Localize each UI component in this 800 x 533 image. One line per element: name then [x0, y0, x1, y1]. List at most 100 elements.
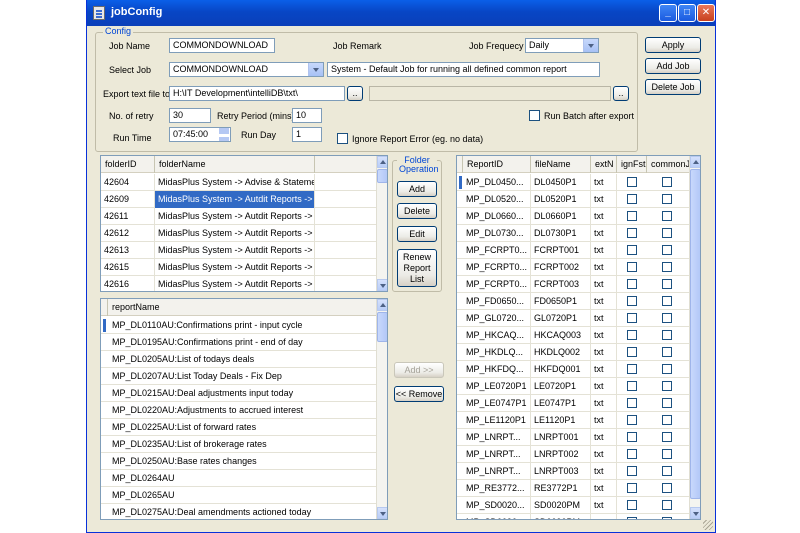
job-name-input[interactable]: COMMONDOWNLOAD [169, 38, 275, 53]
job-report-row[interactable]: MP_LNRPT... LNRPT002 txt [457, 446, 691, 463]
ignfst-checkbox[interactable] [627, 279, 637, 289]
column-header-folderid[interactable]: folderID [101, 156, 155, 173]
chevron-down-icon[interactable] [583, 39, 598, 52]
select-job-dropdown[interactable]: COMMONDOWNLOAD [169, 62, 324, 77]
column-header-foldername[interactable]: folderName [155, 156, 315, 173]
ignfst-checkbox[interactable] [627, 483, 637, 493]
scroll-down-icon[interactable] [377, 279, 387, 291]
report-row[interactable]: MP_DL0225AU:List of forward rates [101, 419, 378, 436]
ignfst-checkbox[interactable] [627, 517, 637, 519]
job-report-row[interactable]: MP_LE0747P1 LE0747P1 txt [457, 395, 691, 412]
remove-report-button[interactable]: << Remove [394, 386, 444, 402]
close-button[interactable]: ✕ [697, 4, 715, 22]
ignfst-checkbox[interactable] [627, 245, 637, 255]
add-report-button[interactable]: Add >> [394, 362, 444, 378]
scroll-up-icon[interactable] [377, 299, 387, 311]
ignfst-checkbox[interactable] [627, 296, 637, 306]
job-report-row[interactable]: MP_FCRPT0... FCRPT002 txt [457, 259, 691, 276]
job-report-row[interactable]: MP_HKDLQ... HKDLQ002 txt [457, 344, 691, 361]
folder-row[interactable]: 42613 MidasPlus System -> Autdit Reports … [101, 242, 378, 259]
scroll-down-icon[interactable] [690, 507, 700, 519]
job-report-row[interactable]: MP_HKCAQ... HKCAQ003 txt [457, 327, 691, 344]
ignfst-checkbox[interactable] [627, 211, 637, 221]
job-remark-input[interactable]: System - Default Job for running all def… [327, 62, 600, 77]
ignfst-checkbox[interactable] [627, 500, 637, 510]
export-path-input[interactable]: H:\IT Development\intelliDB\txt\ [169, 86, 345, 101]
ignfst-checkbox[interactable] [627, 194, 637, 204]
report-list[interactable]: reportName MP_DL0110AU:Confirmations pri… [100, 298, 388, 520]
scroll-thumb[interactable] [690, 169, 700, 499]
ignfst-checkbox[interactable] [627, 398, 637, 408]
commonj-checkbox[interactable] [662, 398, 672, 408]
commonj-checkbox[interactable] [662, 330, 672, 340]
job-report-row[interactable]: MP_DL0730... DL0730P1 txt [457, 225, 691, 242]
job-report-row[interactable]: MP_LE0720P1 LE0720P1 txt [457, 378, 691, 395]
column-header-extn[interactable]: extN [591, 156, 617, 173]
column-header-reportid[interactable]: ReportID [463, 156, 531, 173]
commonj-checkbox[interactable] [662, 347, 672, 357]
title-bar[interactable]: jobConfig _ □ ✕ [87, 0, 715, 26]
run-batch-checkbox[interactable] [529, 110, 540, 121]
job-reports-table[interactable]: ReportID fileName extN ignFst commonJ MP… [456, 155, 701, 520]
commonj-checkbox[interactable] [662, 449, 672, 459]
column-header-filename[interactable]: fileName [531, 156, 591, 173]
report-row[interactable]: MP_DL0275AU:Deal amendments actioned tod… [101, 504, 378, 519]
commonj-checkbox[interactable] [662, 364, 672, 374]
report-row[interactable]: MP_DL0235AU:List of brokerage rates [101, 436, 378, 453]
browse-button-2[interactable]: .. [613, 86, 629, 101]
report-row[interactable]: MP_DL0205AU:List of todays deals [101, 351, 378, 368]
scroll-up-icon[interactable] [377, 156, 387, 168]
browse-button[interactable]: .. [347, 86, 363, 101]
maximize-button[interactable]: □ [678, 4, 696, 22]
folder-row[interactable]: 42615 MidasPlus System -> Autdit Reports … [101, 259, 378, 276]
column-header-commonj[interactable]: commonJ [647, 156, 691, 173]
report-row[interactable]: MP_DL0207AU:List Today Deals - Fix Dep [101, 368, 378, 385]
ignfst-checkbox[interactable] [627, 432, 637, 442]
job-frequency-select[interactable]: Daily [525, 38, 599, 53]
ignfst-checkbox[interactable] [627, 364, 637, 374]
ignfst-checkbox[interactable] [627, 177, 637, 187]
column-header-ignfst[interactable]: ignFst [617, 156, 647, 173]
report-row[interactable]: MP_DL0250AU:Base rates changes [101, 453, 378, 470]
job-report-row[interactable]: MP_GL0720... GL0720P1 txt [457, 310, 691, 327]
job-report-row[interactable]: MP_FD0650... FD0650P1 txt [457, 293, 691, 310]
commonj-checkbox[interactable] [662, 296, 672, 306]
job-report-row[interactable]: MP_RE3772... RE3772P1 txt [457, 480, 691, 497]
commonj-checkbox[interactable] [662, 279, 672, 289]
folder-row[interactable]: 42616 MidasPlus System -> Autdit Reports … [101, 276, 378, 291]
run-time-input[interactable]: 07:45:00 [169, 127, 231, 142]
job-report-row[interactable]: MP_FCRPT0... FCRPT001 txt [457, 242, 691, 259]
retry-input[interactable]: 30 [169, 108, 211, 123]
retry-period-input[interactable]: 10 [292, 108, 322, 123]
folder-delete-button[interactable]: Delete [397, 203, 437, 219]
apply-button[interactable]: Apply [645, 37, 701, 53]
report-row[interactable]: MP_DL0264AU [101, 470, 378, 487]
chevron-down-icon[interactable] [308, 63, 323, 76]
resize-grip[interactable] [703, 520, 713, 530]
scroll-up-icon[interactable] [690, 156, 700, 168]
job-report-row[interactable]: MP_DL0520... DL0520P1 txt [457, 191, 691, 208]
ignfst-checkbox[interactable] [627, 381, 637, 391]
commonj-checkbox[interactable] [662, 211, 672, 221]
report-row[interactable]: MP_DL0265AU [101, 487, 378, 504]
commonj-checkbox[interactable] [662, 177, 672, 187]
commonj-checkbox[interactable] [662, 228, 672, 238]
delete-job-button[interactable]: Delete Job [645, 79, 701, 95]
ignfst-checkbox[interactable] [627, 313, 637, 323]
job-report-row[interactable]: MP_HKFDQ... HKFDQ001 txt [457, 361, 691, 378]
folder-list-scrollbar[interactable] [376, 156, 387, 291]
minimize-button[interactable]: _ [659, 4, 677, 22]
commonj-checkbox[interactable] [662, 381, 672, 391]
ignfst-checkbox[interactable] [627, 262, 637, 272]
report-row[interactable]: MP_DL0110AU:Confirmations print - input … [101, 317, 378, 334]
commonj-checkbox[interactable] [662, 262, 672, 272]
job-report-row[interactable]: MP_DL0660... DL0660P1 txt [457, 208, 691, 225]
scroll-thumb[interactable] [377, 312, 387, 342]
commonj-checkbox[interactable] [662, 415, 672, 425]
column-header-reportname[interactable]: reportName [107, 299, 307, 316]
job-report-row[interactable]: MP_LNRPT... LNRPT003 txt [457, 463, 691, 480]
report-row[interactable]: MP_DL0220AU:Adjustments to accrued inter… [101, 402, 378, 419]
report-row[interactable]: MP_DL0215AU:Deal adjustments input today [101, 385, 378, 402]
folder-row[interactable]: 42604 MidasPlus System -> Advise & Statem… [101, 174, 378, 191]
job-report-row[interactable]: MP_DL0450... DL0450P1 txt [457, 174, 691, 191]
